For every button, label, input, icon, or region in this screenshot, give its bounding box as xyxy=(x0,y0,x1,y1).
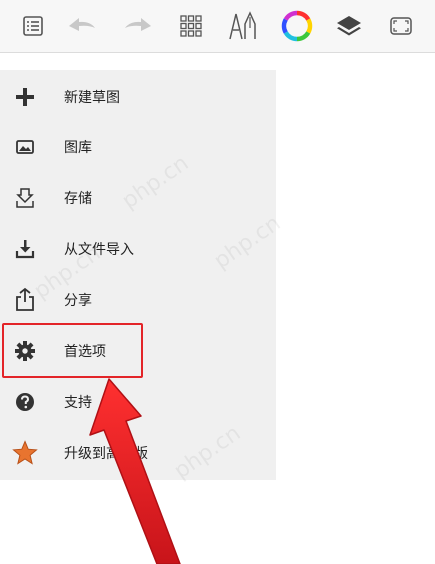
gallery-icon xyxy=(12,134,38,160)
redo-arrow-icon[interactable] xyxy=(120,8,156,44)
list-icon[interactable] xyxy=(15,8,51,44)
menu-item-label: 支持 xyxy=(64,395,92,411)
menu-item-label: 升级到高级版 xyxy=(64,446,148,462)
star-icon xyxy=(12,440,38,466)
help-icon xyxy=(12,389,38,415)
toolbar xyxy=(0,0,435,53)
import-icon xyxy=(12,236,38,262)
menu-item-label: 分享 xyxy=(64,293,92,309)
menu-item-gallery[interactable]: 图库 xyxy=(0,122,276,172)
save-icon xyxy=(12,185,38,211)
grid-icon[interactable] xyxy=(173,8,209,44)
menu-item-support[interactable]: 支持 xyxy=(0,377,276,427)
color-wheel-icon[interactable] xyxy=(279,8,315,44)
undo-arrow-icon[interactable] xyxy=(64,8,100,44)
plus-icon xyxy=(12,84,38,110)
annotation-highlight-box xyxy=(2,323,143,378)
menu-item-label: 存储 xyxy=(64,191,92,207)
menu-item-label: 图库 xyxy=(64,140,92,156)
layers-icon[interactable] xyxy=(331,8,367,44)
menu-item-label: 新建草图 xyxy=(64,90,120,106)
fullscreen-icon[interactable] xyxy=(383,8,419,44)
menu-item-new-sketch[interactable]: 新建草图 xyxy=(0,72,276,122)
brush-pen-icon[interactable] xyxy=(225,8,261,44)
